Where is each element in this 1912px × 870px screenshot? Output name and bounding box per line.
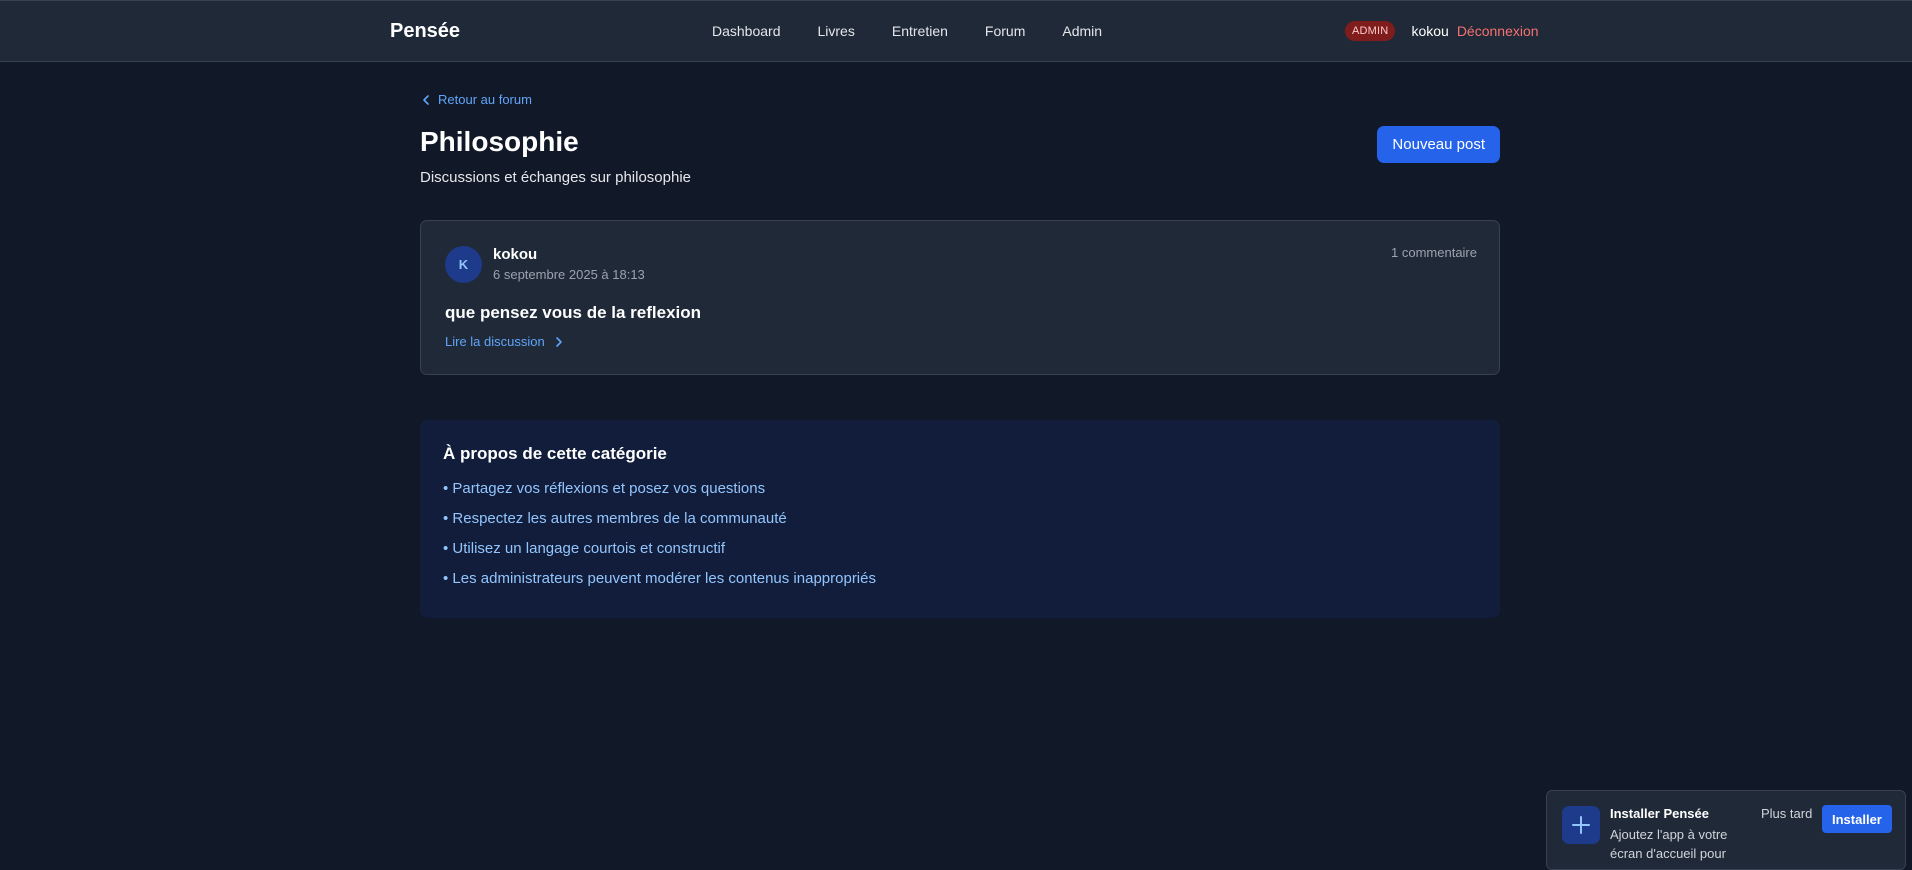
install-description: Ajoutez l'app à votre écran d'accueil po… xyxy=(1610,827,1728,861)
nav-admin[interactable]: Admin xyxy=(1062,23,1102,39)
rules-list: • Partagez vos réflexions et posez vos q… xyxy=(443,480,876,600)
plus-icon xyxy=(1562,806,1600,844)
back-to-forum-link[interactable]: Retour au forum xyxy=(420,92,532,107)
nav-dashboard[interactable]: Dashboard xyxy=(712,23,781,39)
read-link-label: Lire la discussion xyxy=(445,334,545,349)
page-subtitle: Discussions et échanges sur philosophie xyxy=(420,169,691,186)
new-post-button[interactable]: Nouveau post xyxy=(1377,126,1500,163)
main-nav: Dashboard Livres Entretien Forum Admin xyxy=(712,23,1139,39)
nav-forum[interactable]: Forum xyxy=(985,23,1025,39)
list-item: • Partagez vos réflexions et posez vos q… xyxy=(443,480,766,497)
admin-badge: ADMIN xyxy=(1345,21,1396,41)
user-area: ADMIN kokou Déconnexion xyxy=(1345,21,1539,41)
username: kokou xyxy=(1411,23,1449,39)
list-item: • Les administrateurs peuvent modérer le… xyxy=(443,570,876,587)
about-title: À propos de cette catégorie xyxy=(443,444,667,463)
post-card[interactable]: K kokou 6 septembre 2025 à 18:13 1 comme… xyxy=(420,220,1500,375)
chevron-right-icon xyxy=(555,336,562,347)
about-category-card: À propos de cette catégorie • Partagez v… xyxy=(420,420,1500,618)
list-item: • Respectez les autres membres de la com… xyxy=(443,510,787,527)
later-button[interactable]: Plus tard xyxy=(1761,806,1812,821)
install-prompt: Installer Pensée Ajoutez l'app à votre é… xyxy=(1546,790,1906,870)
top-navbar: Pensée Dashboard Livres Entretien Forum … xyxy=(0,0,1912,62)
page-title: Philosophie xyxy=(420,126,579,157)
post-date: 6 septembre 2025 à 18:13 xyxy=(493,267,645,282)
nav-entretien[interactable]: Entretien xyxy=(892,23,948,39)
install-button[interactable]: Installer xyxy=(1822,805,1892,833)
brand-logo[interactable]: Pensée xyxy=(390,20,460,43)
comment-count: 1 commentaire xyxy=(1391,245,1477,260)
logout-link[interactable]: Déconnexion xyxy=(1457,23,1539,39)
avatar: K xyxy=(445,246,482,283)
read-discussion-link[interactable]: Lire la discussion xyxy=(445,334,565,349)
chevron-left-icon xyxy=(423,94,429,105)
nav-livres[interactable]: Livres xyxy=(818,23,855,39)
post-title[interactable]: que pensez vous de la reflexion xyxy=(445,303,701,323)
install-title: Installer Pensée xyxy=(1610,806,1709,821)
back-link-label: Retour au forum xyxy=(438,92,532,107)
list-item: • Utilisez un langage courtois et constr… xyxy=(443,540,726,557)
post-author: kokou xyxy=(493,246,538,263)
